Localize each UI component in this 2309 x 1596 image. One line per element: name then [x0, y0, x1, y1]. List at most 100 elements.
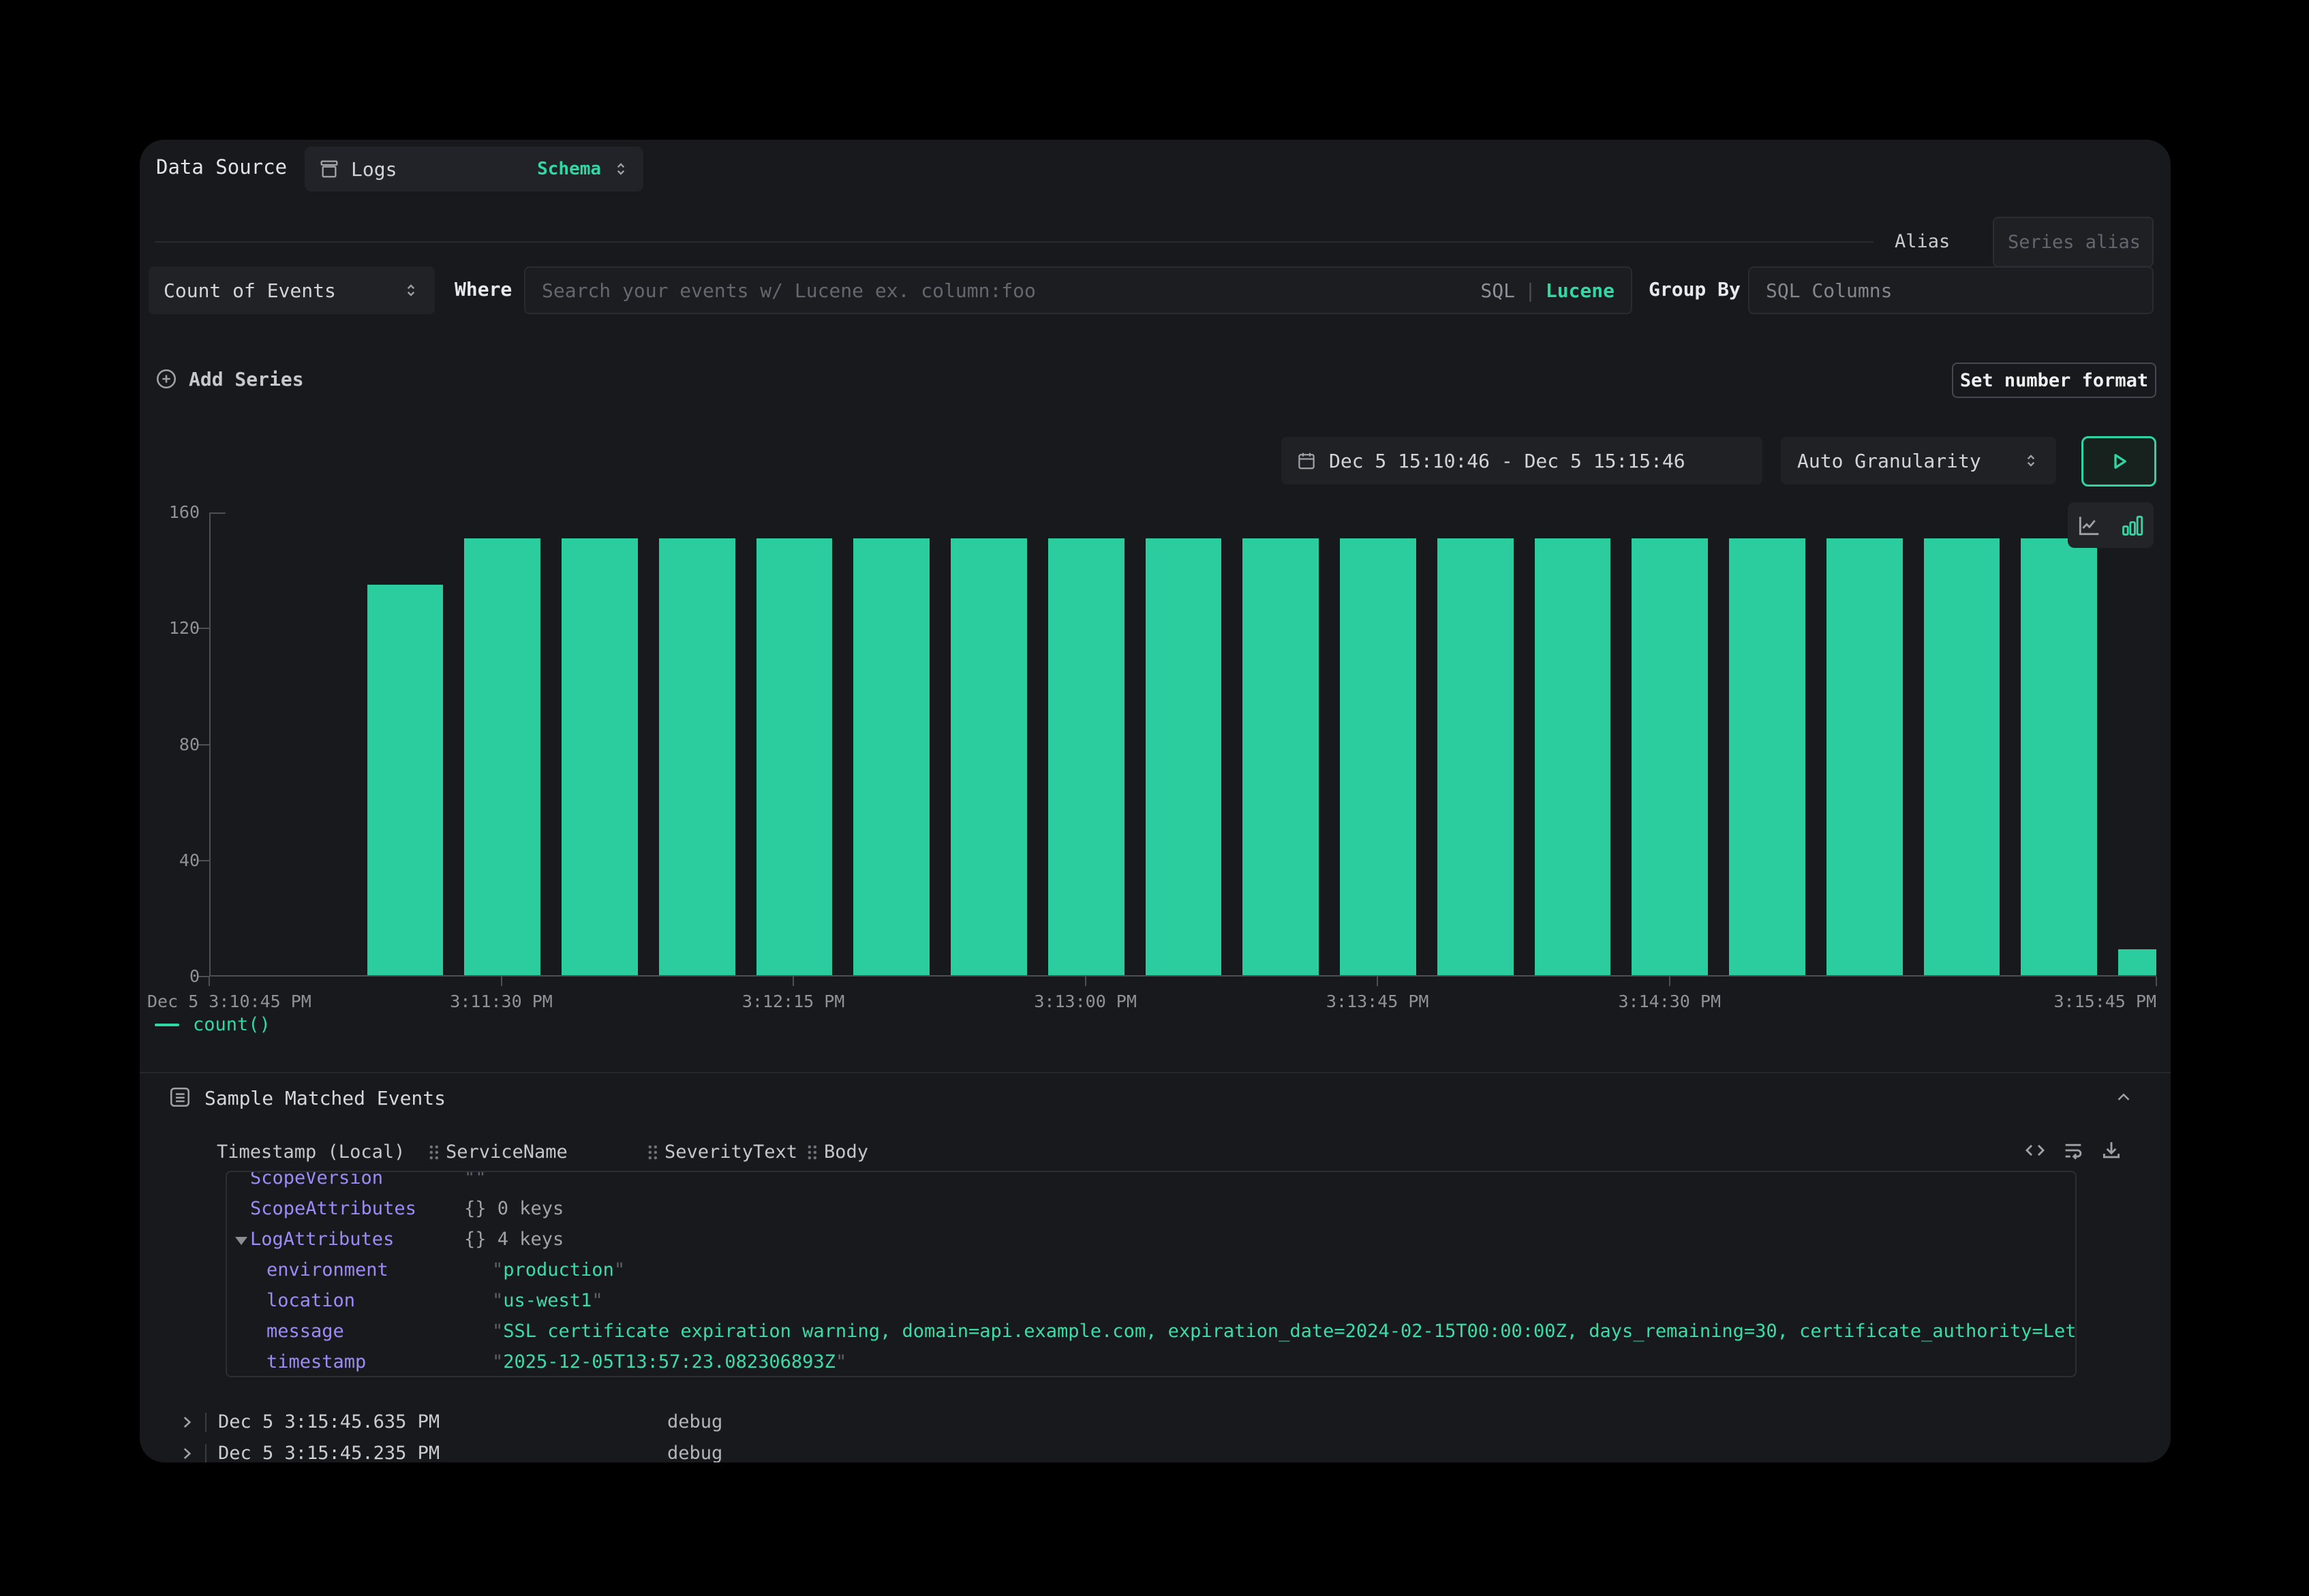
- chart-bar[interactable]: [1924, 538, 2000, 975]
- play-icon: [2107, 450, 2130, 473]
- chart-bar[interactable]: [1535, 538, 1611, 975]
- json-value: "": [464, 1171, 487, 1193]
- query-builder-card: Data Source Logs Schema Alias Count of E…: [140, 140, 2171, 1462]
- lucene-toggle[interactable]: Lucene: [1546, 279, 1615, 302]
- json-row[interactable]: LogAttributes{} 4 keys: [227, 1224, 2075, 1255]
- download-icon[interactable]: [2100, 1139, 2123, 1162]
- column-timestamp[interactable]: Timestamp (Local): [217, 1141, 405, 1163]
- chart-bar[interactable]: [367, 585, 444, 975]
- json-key[interactable]: message: [266, 1316, 344, 1347]
- chart-bar[interactable]: [1437, 538, 1514, 975]
- chart-bar[interactable]: [1242, 538, 1319, 975]
- drag-handle-icon[interactable]: [647, 1144, 658, 1161]
- event-row[interactable]: Dec 5 3:15:45.635 PM debug: [140, 1407, 2171, 1438]
- add-series-label: Add Series: [189, 368, 304, 390]
- line-chart-icon[interactable]: [2076, 512, 2102, 538]
- bar-chart-icon[interactable]: [2120, 512, 2145, 538]
- chart-bar[interactable]: [853, 538, 930, 975]
- alias-input[interactable]: [1993, 217, 2154, 267]
- json-row[interactable]: message"SSL certificate expiration warni…: [227, 1316, 2075, 1347]
- events-table-header: Timestamp (Local) ServiceName SeverityTe…: [140, 1133, 2171, 1171]
- x-axis-label: 3:13:00 PM: [1034, 992, 1137, 1011]
- json-key[interactable]: environment: [266, 1255, 388, 1285]
- json-row[interactable]: timestamp"2025-12-05T13:57:23.082306893Z…: [227, 1347, 2075, 1377]
- event-timestamp: Dec 5 3:15:45.635 PM: [218, 1407, 440, 1438]
- legend-item-count[interactable]: count(): [155, 1014, 271, 1035]
- y-axis-tick: [198, 628, 209, 629]
- time-range-picker[interactable]: Dec 5 15:10:46 - Dec 5 15:15:46: [1281, 437, 1762, 485]
- search-box: SQL | Lucene: [524, 266, 1632, 314]
- group-by-input[interactable]: [1748, 266, 2154, 314]
- row-divider: [205, 1413, 207, 1432]
- x-axis-tick: [1669, 977, 1670, 986]
- schema-link[interactable]: Schema: [537, 159, 601, 179]
- chart-bar[interactable]: [1048, 538, 1125, 975]
- json-key[interactable]: ScopeAttributes: [250, 1193, 416, 1224]
- x-axis-label: 3:14:30 PM: [1618, 992, 1721, 1011]
- chart-bar[interactable]: [562, 538, 638, 975]
- x-axis-label: 3:15:45 PM: [2053, 992, 2156, 1011]
- json-row[interactable]: location"us-west1": [227, 1285, 2075, 1316]
- column-servicename[interactable]: ServiceName: [428, 1141, 568, 1163]
- chart-bar[interactable]: [2021, 538, 2097, 975]
- event-row[interactable]: Dec 5 3:15:45.235 PMdebug: [140, 1438, 2171, 1462]
- chart-bar[interactable]: [1729, 538, 1805, 975]
- x-axis-tick: [793, 977, 794, 986]
- x-axis-tick: [1085, 977, 1086, 986]
- event-severity: debug: [667, 1407, 722, 1438]
- chart-bar[interactable]: [2118, 949, 2156, 975]
- aggregation-select[interactable]: Count of Events: [149, 266, 435, 314]
- expand-triangle-icon[interactable]: [235, 1237, 247, 1245]
- legend-swatch: [155, 1024, 179, 1026]
- drag-handle-icon[interactable]: [428, 1144, 439, 1161]
- json-key[interactable]: location: [266, 1285, 355, 1316]
- collapse-section-icon[interactable]: [2113, 1087, 2134, 1107]
- chart-bar[interactable]: [951, 538, 1027, 975]
- set-number-format-button[interactable]: Set number format: [1952, 363, 2156, 398]
- toggle-separator: |: [1525, 279, 1536, 302]
- x-axis-label: 3:11:30 PM: [450, 992, 553, 1011]
- chart-bar[interactable]: [1340, 538, 1416, 975]
- search-input[interactable]: [542, 279, 1471, 302]
- column-body[interactable]: Body: [806, 1141, 868, 1163]
- chevron-right-icon[interactable]: [178, 1445, 196, 1462]
- json-row[interactable]: ScopeVersion "": [227, 1171, 2075, 1193]
- chart-plot[interactable]: [209, 512, 2156, 977]
- column-severitytext[interactable]: SeverityText: [647, 1141, 797, 1163]
- data-source-label: Data Source: [156, 155, 287, 179]
- x-axis-tick: [1377, 977, 1378, 986]
- column-label: Body: [824, 1141, 868, 1163]
- json-key[interactable]: ScopeVersion: [250, 1171, 383, 1193]
- chart-bar[interactable]: [1826, 538, 1903, 975]
- text-wrap-icon[interactable]: [2062, 1139, 2085, 1162]
- add-series-button[interactable]: Add Series: [155, 361, 304, 397]
- event-detail-panel[interactable]: ScopeVersion ""ScopeAttributes{} 0 keysLo…: [226, 1171, 2077, 1377]
- drag-handle-icon[interactable]: [806, 1144, 817, 1161]
- chart-bar[interactable]: [464, 538, 540, 975]
- json-key[interactable]: timestamp: [266, 1347, 366, 1377]
- data-source-select[interactable]: Logs Schema: [305, 147, 643, 191]
- chart-type-toolbar: [2068, 502, 2154, 548]
- chart-bar[interactable]: [659, 538, 735, 975]
- granularity-select[interactable]: Auto Granularity: [1781, 437, 2056, 485]
- x-axis-tick: [209, 977, 210, 986]
- sql-toggle[interactable]: SQL: [1480, 279, 1515, 302]
- chart-bar[interactable]: [756, 538, 833, 975]
- chart: 04080120160Dec 5 3:10:45 PM3:11:30 PM3:1…: [209, 512, 2156, 977]
- code-icon[interactable]: [2023, 1139, 2047, 1162]
- y-axis-label: 160: [140, 502, 200, 523]
- json-row[interactable]: ScopeAttributes{} 0 keys: [227, 1193, 2075, 1224]
- data-source-name: Logs: [351, 158, 526, 181]
- json-value: "production": [492, 1255, 625, 1285]
- chart-bar[interactable]: [1146, 538, 1222, 975]
- sample-events-title: Sample Matched Events: [204, 1087, 446, 1109]
- json-key[interactable]: LogAttributes: [250, 1224, 394, 1255]
- chevron-right-icon[interactable]: [178, 1413, 196, 1431]
- json-row[interactable]: environment "production": [227, 1255, 2075, 1285]
- y-axis-label: 120: [140, 618, 200, 639]
- column-label: ServiceName: [446, 1141, 568, 1163]
- x-axis-label: Dec 5 3:10:45 PM: [147, 992, 311, 1011]
- event-severity: debug: [667, 1438, 722, 1462]
- run-query-button[interactable]: [2081, 436, 2156, 487]
- chart-bar[interactable]: [1632, 538, 1708, 975]
